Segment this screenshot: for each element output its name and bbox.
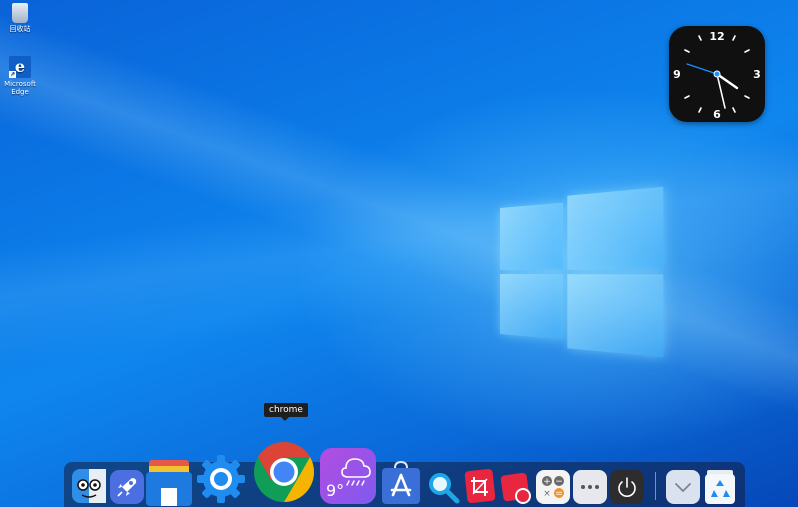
dock-item-downloads[interactable]	[666, 470, 700, 504]
dock-item-power[interactable]	[610, 470, 644, 504]
record-icon	[500, 472, 531, 504]
dock-item-chrome[interactable]	[252, 440, 316, 504]
dock-item-search[interactable]	[426, 470, 460, 504]
dock-item-calculator[interactable]: + − × =	[536, 470, 570, 504]
windows-logo-wallpaper	[500, 179, 664, 364]
logo-pane	[500, 274, 564, 340]
power-icon	[610, 470, 644, 504]
dock-item-finder[interactable]	[72, 469, 106, 503]
app-store-icon	[382, 460, 420, 504]
face-icon	[72, 469, 106, 503]
rocket-icon	[110, 470, 144, 504]
logo-pane	[500, 202, 564, 270]
svg-text:×: ×	[543, 489, 551, 499]
chrome-icon	[254, 442, 315, 502]
dock-item-settings[interactable]	[194, 452, 248, 506]
clock-numeral-6: 6	[713, 108, 721, 121]
dock-separator	[655, 472, 656, 500]
dock-item-app-store[interactable]	[380, 460, 422, 504]
dock-item-trash[interactable]	[703, 468, 737, 504]
logo-pane	[567, 274, 664, 358]
svg-text:+: +	[543, 477, 551, 487]
recycle-icon	[705, 470, 735, 504]
svg-text:=: =	[555, 489, 563, 499]
magnifier-icon	[429, 473, 460, 504]
desktop-icon-label: 回收站	[9, 25, 31, 33]
dock-item-more[interactable]	[573, 470, 607, 504]
svg-text:−: −	[555, 477, 563, 487]
crop-icon	[464, 469, 496, 503]
dock-item-file-manager[interactable]	[146, 458, 192, 506]
clock-numeral-3: 3	[753, 68, 761, 81]
weather-temperature: 9°	[326, 481, 345, 500]
clock-face: 12 3 6 9	[673, 30, 761, 121]
clock-second-hand	[686, 63, 718, 75]
desktop-icon-recycle-bin[interactable]: 回收站	[0, 3, 40, 33]
logo-pane	[567, 186, 664, 270]
dock-item-screen-recorder[interactable]	[500, 470, 534, 504]
ellipsis-icon	[573, 470, 607, 504]
calculator-icon: + − × =	[536, 470, 570, 504]
clock-widget[interactable]: 12 3 6 9	[669, 26, 765, 122]
weather-widget: 9°	[320, 448, 376, 504]
edge-icon: e ↗	[9, 56, 31, 78]
desktop-icon-edge[interactable]: e ↗ Microsoft Edge	[0, 56, 40, 96]
folder-icon	[146, 460, 192, 506]
dock-item-screenshot[interactable]	[464, 468, 496, 504]
clock-numeral-12: 12	[709, 30, 724, 43]
gear-icon	[197, 455, 245, 503]
clock-numeral-9: 9	[673, 68, 681, 81]
recycle-bin-icon	[12, 3, 28, 23]
dock-item-weather[interactable]: 9°	[320, 448, 376, 504]
chevron-down-icon	[666, 470, 700, 504]
desktop-icon-label: Microsoft Edge	[4, 80, 36, 96]
dock-tooltip: chrome	[264, 403, 308, 421]
dock-item-launchpad[interactable]	[110, 470, 144, 504]
